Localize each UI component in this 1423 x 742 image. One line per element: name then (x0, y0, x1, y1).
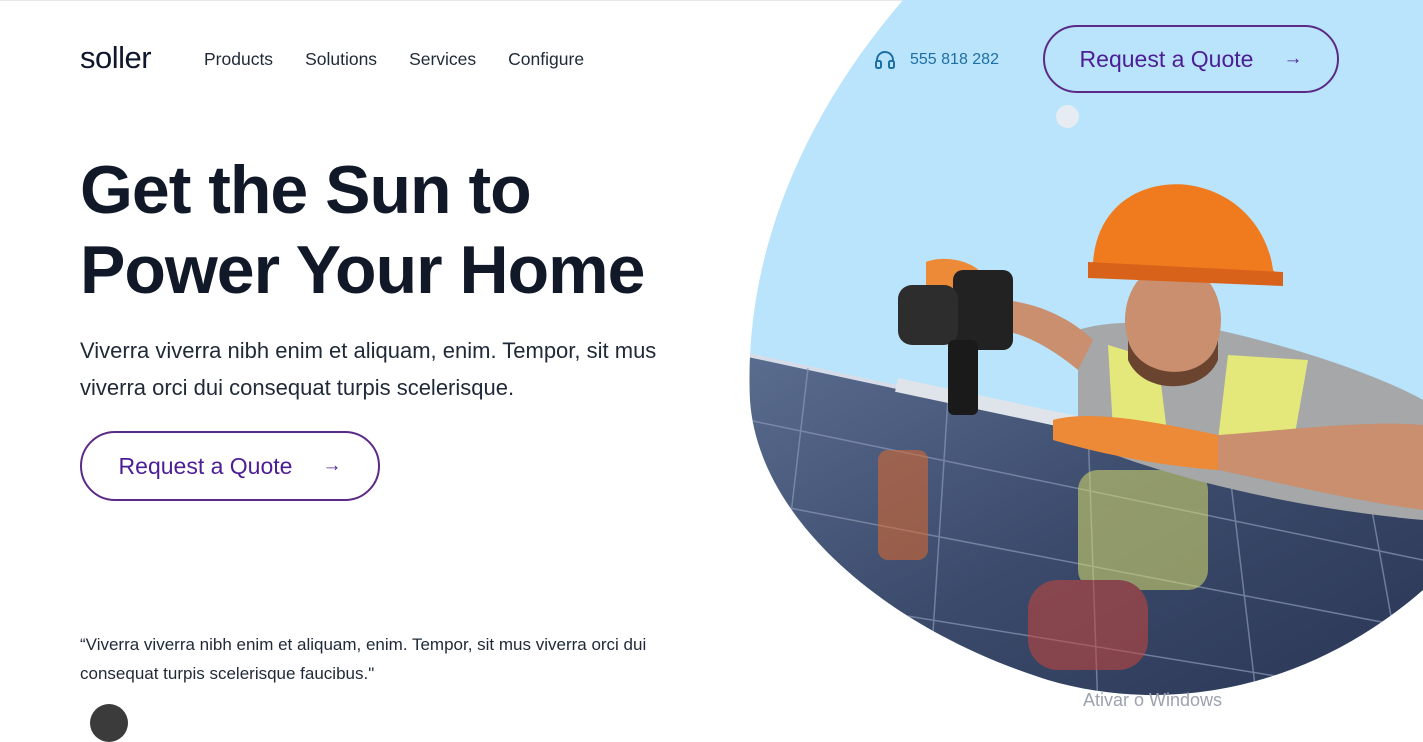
phone-number: 555 818 282 (910, 51, 999, 68)
hero-request-quote-button[interactable]: Request a Quote → (80, 431, 380, 501)
headphones-icon (875, 51, 895, 69)
hero-title-line-1: Get the Sun to (80, 152, 532, 228)
hero-request-quote-label: Request a Quote (118, 452, 293, 479)
arrow-right-icon: → (322, 455, 342, 476)
brand-logo[interactable]: soller (80, 40, 152, 76)
nav-item-products[interactable]: Products (204, 49, 273, 70)
hero-title: Get the Sun to Power Your Home (80, 150, 645, 310)
nav-item-solutions[interactable]: Solutions (305, 49, 377, 70)
testimonial-quote: “Viverra viverra nibh enim et aliquam, e… (80, 635, 647, 683)
arrow-right-icon: → (1283, 48, 1303, 69)
os-activation-watermark: Ativar o Windows (1083, 690, 1223, 710)
decorative-dot (1056, 105, 1079, 128)
nav-item-configure[interactable]: Configure (508, 49, 584, 70)
phone-contact[interactable]: 555 818 282 (874, 50, 999, 70)
hero-illustration (749, 0, 1423, 695)
header-request-quote-button[interactable]: Request a Quote → (1043, 25, 1339, 93)
main-nav: Products Solutions Services Configure (204, 49, 584, 70)
hero-image (748, 0, 1423, 711)
nav-item-services[interactable]: Services (409, 49, 476, 70)
hero-subtitle: Viverra viverra nibh enim et aliquam, en… (80, 338, 657, 400)
header-request-quote-label: Request a Quote (1079, 45, 1254, 72)
testimonial-avatar (90, 704, 128, 742)
hero-title-line-2: Power Your Home (80, 232, 645, 308)
